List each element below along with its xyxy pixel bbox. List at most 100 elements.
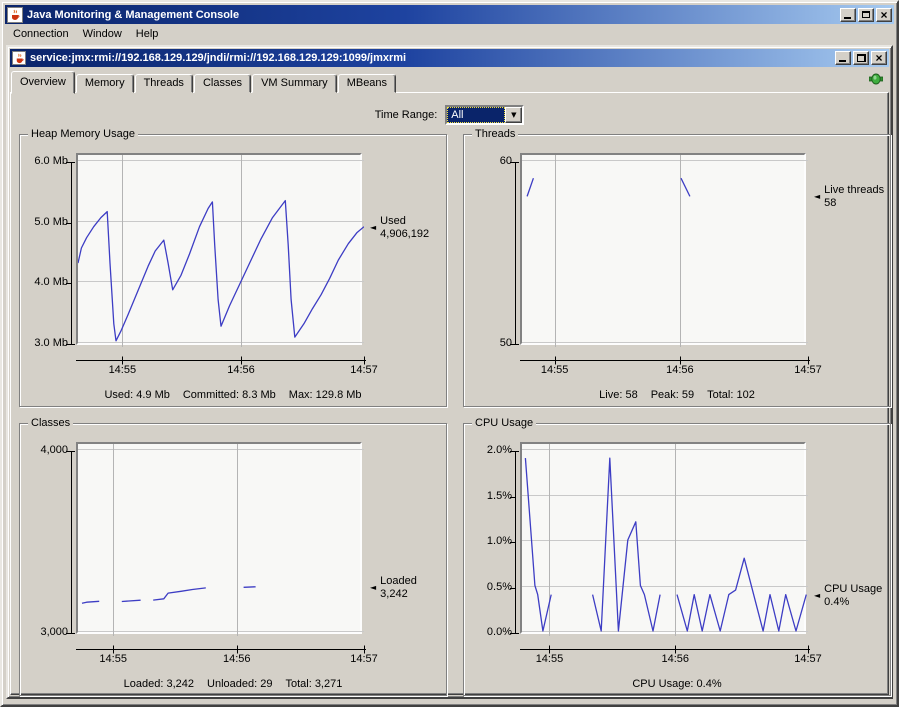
legend-line: 0.4% [824,596,882,609]
classes-groupbox: Classes 4,0003,00014:5514:5614:57◄Loaded… [19,423,447,696]
tab-mbeans[interactable]: MBeans [338,74,396,93]
minimize-icon [839,60,846,62]
y-axis-tick-label: 1.5% [466,490,512,502]
menu-connection[interactable]: Connection [6,26,76,42]
legend-line: Used [380,215,429,228]
status-item: Unloaded: 29 [207,678,272,690]
dropdown-button[interactable]: ▼ [505,107,522,123]
maximize-icon [862,11,870,18]
y-axis-tick-label: 60 [466,155,512,167]
status-item: Committed: 8.3 Mb [183,389,276,401]
x-axis-tick-label: 14:57 [786,653,830,665]
cpu-usage-chart: 2.0%1.5%1.0%0.5%0.0%14:5514:5614:57◄CPU … [464,424,890,695]
minimize-button[interactable] [840,8,856,22]
legend-line: Loaded [380,575,417,588]
x-axis-tick-label: 14:56 [219,364,263,376]
legend-line: CPU Usage [824,583,882,596]
x-axis-tick-label: 14:57 [342,364,386,376]
chart-status: Live: 58 Peak: 59 Total: 102 [464,389,890,401]
heap-memory-chart: 6.0 Mb 5.0 Mb 4.0 Mb 3.0 Mb 14:55 14:56 14:57 ◄… [20,135,446,406]
tab-classes[interactable]: Classes [194,74,251,93]
y-axis-tick-label: 4,000 [22,444,68,456]
time-range-select[interactable]: All ▼ [445,105,524,125]
legend-text: Used4,906,192 [380,215,429,241]
app-title: Java Monitoring & Management Console [27,9,836,21]
heap-memory-groupbox: Heap Memory Usage 6.0 Mb5.0 Mb4.0 Mb3.0 … [19,134,447,407]
y-axis-tick-label: 6.0 Mb [22,155,68,167]
status-item: Peak: 59 [651,389,694,401]
y-axis-tick-label: 4.0 Mb [22,276,68,288]
legend-line: 4,906,192 [380,228,429,241]
tab-overview[interactable]: Overview [11,71,75,94]
plot-area [520,153,806,345]
tab-bar: Overview Memory Threads Classes VM Summa… [11,69,397,93]
status-item: Live: 58 [599,389,638,401]
app-window: Java Monitoring & Management Console × C… [0,0,899,707]
overview-panel: Time Range: All ▼ Heap Memory Usage 6.0 … [10,92,889,695]
restore-icon [857,54,866,62]
tab-vm-summary[interactable]: VM Summary [252,74,337,93]
java-icon [7,7,23,23]
threads-groupbox: Threads 605014:5514:5614:57◄Live threads… [463,134,891,407]
legend-text: Loaded3,242 [380,575,417,601]
plot-area [76,153,362,345]
window-controls: × [835,51,887,65]
connection-status-icon [869,72,883,86]
x-axis-tick-label: 14:55 [533,364,577,376]
time-range-value: All [447,107,505,123]
chart-legend: ◄CPU Usage0.4% [814,583,882,609]
chart-status: Loaded: 3,242Unloaded: 29Total: 3,271 [20,678,446,690]
x-axis-tick-label: 14:56 [653,653,697,665]
y-axis-tick-label: 3.0 Mb [22,337,68,349]
close-button[interactable]: × [871,51,887,65]
plot-area [520,442,806,634]
legend-marker-icon: ◄ [370,223,376,232]
menubar: Connection Window Help [5,24,894,43]
y-axis-tick-label: 5.0 Mb [22,216,68,228]
time-range-label: Time Range: [375,109,438,121]
status-item: Max: 129.8 Mb [289,389,362,401]
menu-window[interactable]: Window [76,26,129,42]
tab-memory[interactable]: Memory [76,74,134,93]
y-axis-tick-label: 1.0% [466,535,512,547]
chart-legend: ◄Live threads58 [814,184,884,210]
legend-text: CPU Usage0.4% [824,583,882,609]
y-axis-tick-label: 2.0% [466,444,512,456]
minimize-button[interactable] [835,51,851,65]
status-item: Total: 102 [707,389,755,401]
connection-titlebar[interactable]: service:jmx:rmi://192.168.129.129/jndi/r… [10,49,889,67]
y-axis-tick-label: 50 [466,337,512,349]
threads-chart: 605014:5514:5614:57◄Live threads58Live: … [464,135,890,406]
cpu-usage-groupbox: CPU Usage 2.0%1.5%1.0%0.5%0.0%14:5514:56… [463,423,891,696]
menu-help[interactable]: Help [129,26,166,42]
y-axis-tick-label: 3,000 [22,626,68,638]
x-axis-tick-label: 14:55 [100,364,144,376]
window-controls: × [840,8,892,22]
legend-line: 3,242 [380,588,417,601]
close-icon: × [875,53,882,63]
screen: Java Monitoring & Management Console × C… [0,0,899,707]
legend-marker-icon: ◄ [370,583,376,592]
x-axis-tick-label: 14:56 [215,653,259,665]
maximize-button[interactable] [858,8,874,22]
connection-title: service:jmx:rmi://192.168.129.129/jndi/r… [30,52,831,64]
x-axis-tick-label: 14:57 [342,653,386,665]
minimize-icon [844,17,851,19]
classes-chart: 4,0003,00014:5514:5614:57◄Loaded3,242Loa… [20,424,446,695]
status-item: Total: 3,271 [285,678,342,690]
time-range-row: Time Range: All ▼ [11,105,888,125]
tab-threads[interactable]: Threads [135,74,193,93]
legend-marker-icon: ◄ [814,192,820,201]
close-button[interactable]: × [876,8,892,22]
y-axis-tick-label: 0.0% [466,626,512,638]
restore-button[interactable] [853,51,869,65]
chevron-down-icon: ▼ [511,112,516,119]
x-axis-tick-label: 14:55 [527,653,571,665]
x-axis-tick-label: 14:57 [786,364,830,376]
connection-window: service:jmx:rmi://192.168.129.129/jndi/r… [6,45,893,699]
legend-line: 58 [824,197,884,210]
app-titlebar[interactable]: Java Monitoring & Management Console × [5,5,894,24]
plot-area [76,442,362,634]
chart-status: Used: 4.9 MbCommitted: 8.3 MbMax: 129.8 … [20,389,446,401]
status-item: CPU Usage: 0.4% [632,678,721,690]
